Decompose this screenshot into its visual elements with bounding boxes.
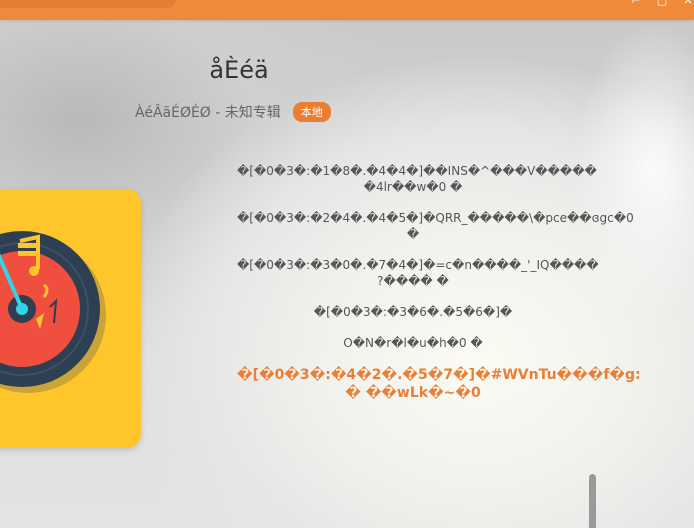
song-meta: ÀéÂãÉØÉØ - 未知专辑 本地 — [135, 102, 331, 122]
lyrics-scrollbar[interactable] — [589, 474, 596, 528]
lyric-line[interactable]: �[�0�3�:�3�0�.�7�4�]�=c�n����_'_IQ���� ?… — [237, 257, 599, 289]
player-page: ⌐ ▢ ✕ åÈéä ÀéÂãÉØÉØ - 未知专辑 本地 �[�0�3�:�1 — [0, 0, 694, 528]
title-bar-search-area[interactable] — [0, 0, 176, 8]
close-icon[interactable]: ✕ — [682, 0, 694, 7]
lyric-line[interactable]: �[�0�3�:�1�8�.�4�4�]��INS�^���V����� �4l… — [237, 163, 597, 195]
album-cover — [0, 189, 141, 448]
lyrics-panel[interactable]: �[�0�3�:�1�8�.�4�4�]��INS�^���V����� �4l… — [237, 163, 641, 417]
title-bar[interactable]: ⌐ ▢ ✕ — [0, 0, 694, 20]
current-lyric-line[interactable]: �[�0�3�:�4�2�.�5�7�]�#WVnTu���f�g: � ��w… — [237, 366, 641, 402]
artist-album: ÀéÂãÉØÉØ - 未知专辑 — [135, 105, 281, 121]
lyric-line[interactable]: �[�0�3�:�3�6�.�5�6�]� — [237, 304, 589, 320]
lyric-line[interactable]: O�N�r�l�u�h�0 � — [237, 335, 589, 351]
lyric-line[interactable]: �[�0�3�:�2�4�.�4�5�]�QRR_�����\�pce��ɞgc… — [237, 210, 634, 242]
window-controls: ⌐ ▢ ✕ — [630, 0, 694, 7]
maximize-icon[interactable]: ▢ — [656, 0, 668, 7]
song-title: åÈéä — [209, 56, 269, 84]
local-badge: 本地 — [292, 102, 331, 122]
minimize-icon[interactable]: ⌐ — [630, 0, 642, 7]
vinyl-record-icon — [0, 231, 106, 393]
